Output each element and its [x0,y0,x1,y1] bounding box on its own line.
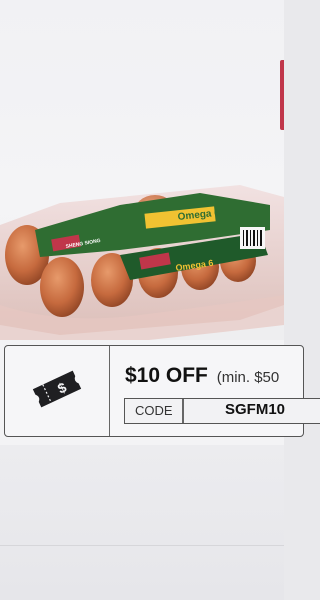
scrollbar-edge [280,60,284,130]
coupon-code-label: CODE [135,403,173,418]
coupon-condition: (min. $50 [216,369,280,386]
coupon-details: $10 OFF (min. $50 CODE SGFM10 [110,346,320,436]
lower-blank-area [0,445,284,600]
lower-divider [0,545,284,546]
coupon-code-box[interactable]: CODE SGFM10 [124,398,320,424]
coupon-code-value[interactable]: SGFM10 [225,401,285,418]
product-image[interactable]: Omega 6 Omega 6 SHENG SIONG [0,175,284,355]
coupon-amount: $10 OFF (min. $50 [125,364,279,388]
coupon-amount-text: $10 OFF [125,364,208,387]
egg-carton-illustration: Omega 6 Omega 6 SHENG SIONG [0,185,284,345]
coupon-card[interactable]: $ $10 OFF (min. $50 CODE SGFM10 [4,345,320,437]
coupon-icon-area: $ [5,346,110,436]
code-divider [182,399,184,423]
ticket-dollar-icon: $ [29,367,85,416]
